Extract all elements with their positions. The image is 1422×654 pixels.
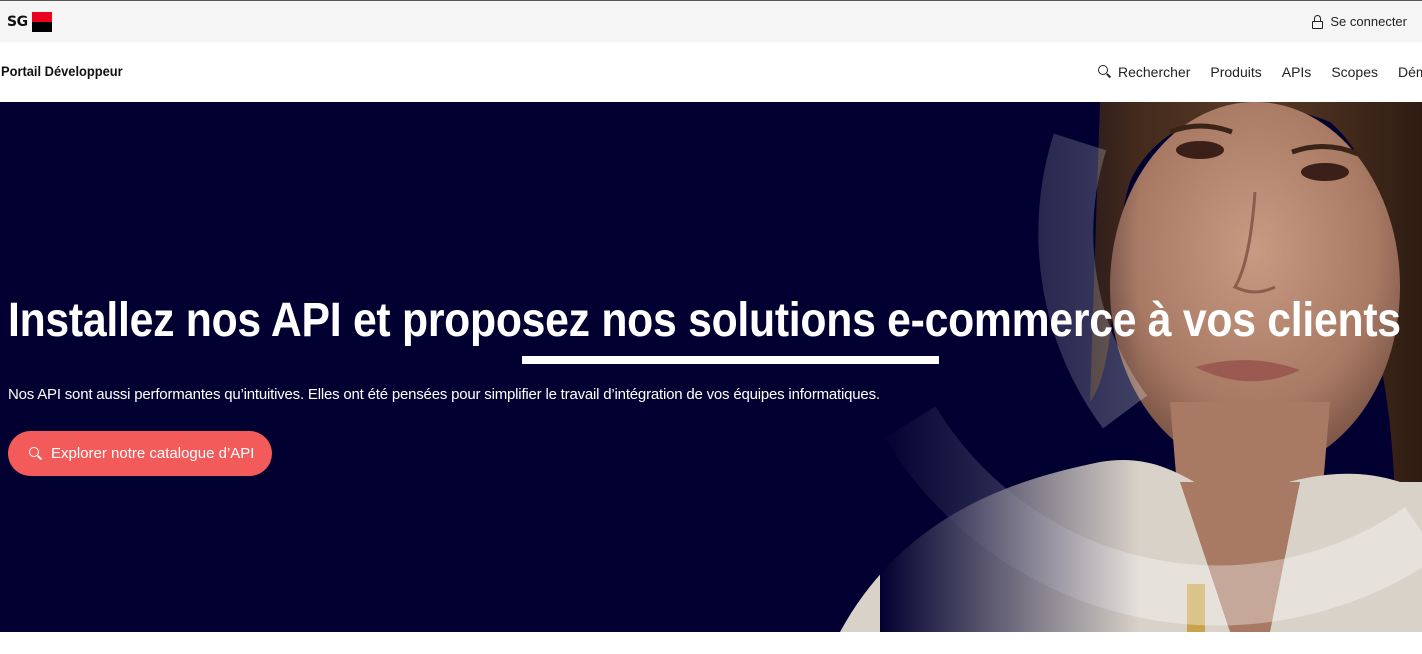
nav-item-label: Rechercher bbox=[1118, 64, 1191, 80]
main-navigation: Portail Développeur Rechercher Produits … bbox=[0, 42, 1422, 102]
sg-logo[interactable]: SG bbox=[7, 12, 52, 32]
title-underline bbox=[522, 356, 939, 364]
login-link[interactable]: Se connecter bbox=[1312, 14, 1407, 29]
hero-subtitle: Nos API sont aussi performantes qu’intui… bbox=[8, 386, 880, 403]
lock-icon bbox=[1312, 14, 1324, 29]
hero-title: Installez nos API et proposez nos soluti… bbox=[8, 294, 1401, 347]
nav-item-label: Scopes bbox=[1331, 64, 1379, 80]
nav-item-demo[interactable]: Dém bbox=[1398, 64, 1422, 80]
nav-item-search[interactable]: Rechercher bbox=[1098, 64, 1190, 80]
nav-item-scopes[interactable]: Scopes bbox=[1331, 64, 1378, 80]
page-bottom bbox=[0, 632, 1422, 654]
nav-menu: Rechercher Produits APIs Scopes Dém bbox=[1098, 64, 1422, 80]
nav-item-label: Produits bbox=[1210, 64, 1262, 80]
nav-item-label: Dém bbox=[1398, 64, 1422, 80]
cta-label: Explorer notre catalogue d’API bbox=[51, 445, 255, 462]
top-utility-bar: SG Se connecter bbox=[0, 0, 1422, 42]
login-label: Se connecter bbox=[1330, 14, 1407, 29]
search-icon bbox=[29, 446, 43, 461]
search-icon bbox=[1098, 65, 1112, 79]
logo-mark-icon bbox=[31, 12, 52, 32]
nav-item-label: APIs bbox=[1281, 64, 1312, 80]
logo-text: SG bbox=[7, 14, 28, 30]
hero-photo bbox=[840, 102, 1422, 632]
nav-item-products[interactable]: Produits bbox=[1210, 64, 1261, 80]
portal-title[interactable]: Portail Développeur bbox=[1, 63, 123, 79]
nav-item-apis[interactable]: APIs bbox=[1282, 64, 1312, 80]
hero-banner: Installez nos API et proposez nos soluti… bbox=[0, 102, 1422, 632]
explore-catalogue-button[interactable]: Explorer notre catalogue d’API bbox=[8, 431, 272, 476]
